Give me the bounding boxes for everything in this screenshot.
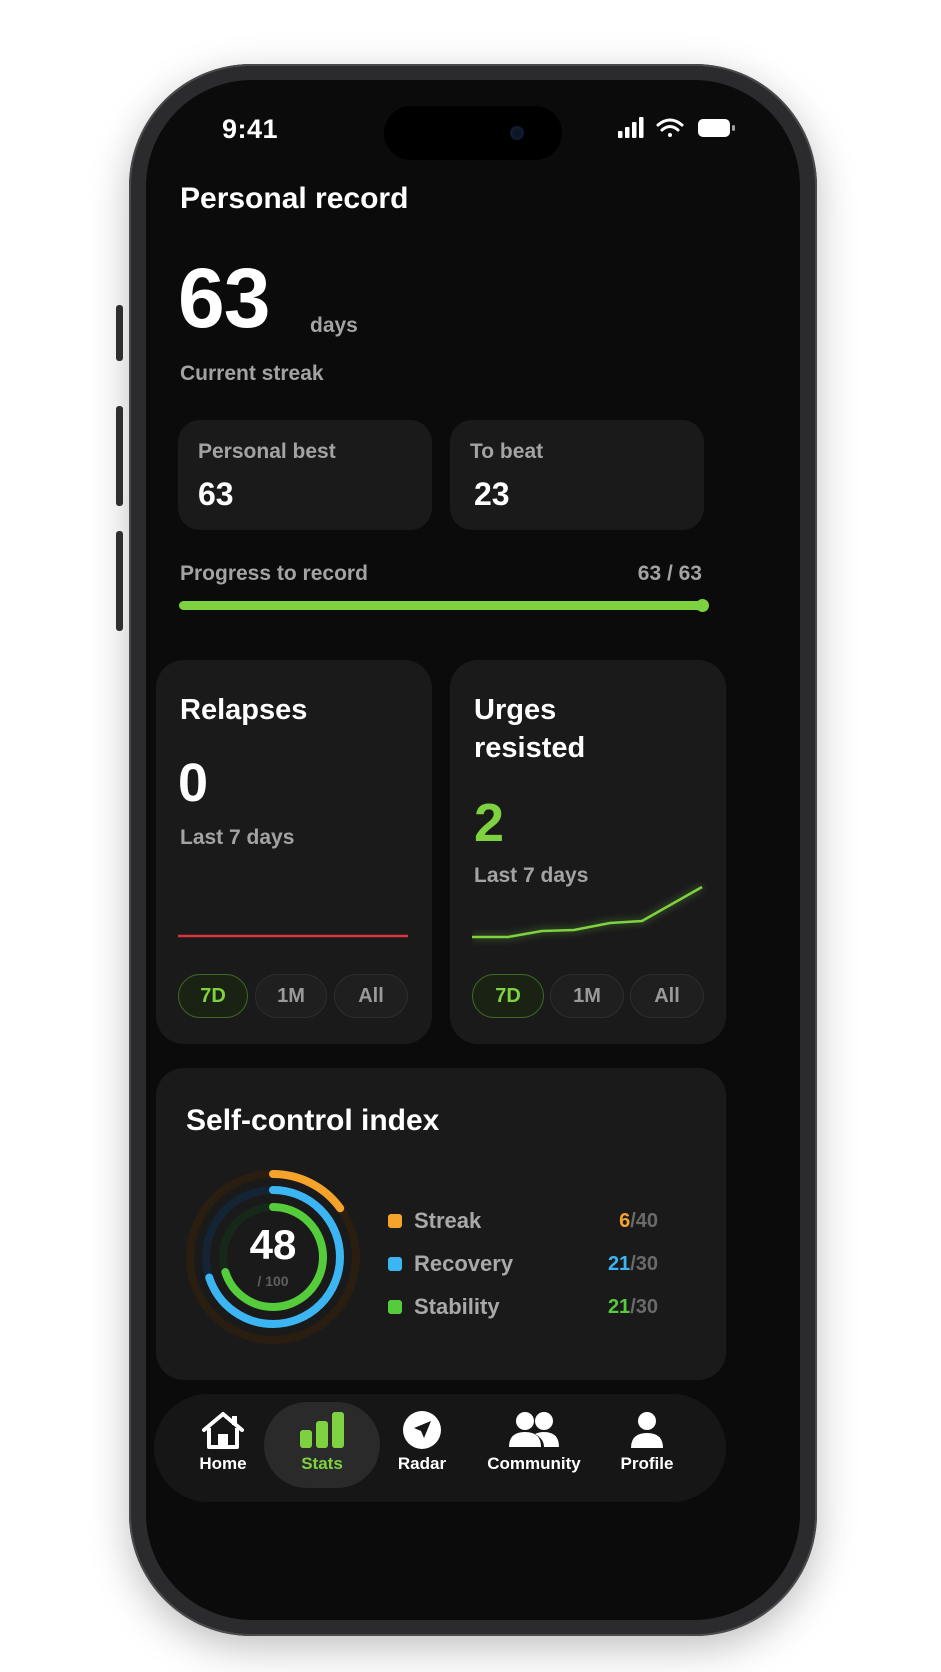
stability-legend-label: Stability xyxy=(414,1294,500,1319)
streak-score-max: /40 xyxy=(630,1210,658,1232)
personal-best-label: Personal best xyxy=(198,440,336,463)
relapses-value: 0 xyxy=(178,753,209,813)
progress-label: Progress to record xyxy=(180,562,368,585)
recovery-score-max: /30 xyxy=(630,1253,658,1275)
nav-home[interactable]: Home xyxy=(168,1410,278,1474)
action-button xyxy=(116,305,123,361)
streak-legend-dot xyxy=(388,1214,402,1228)
relapses-range-7d[interactable]: 7D xyxy=(178,974,248,1018)
streak-label: Current streak xyxy=(180,362,324,385)
progress-count: 63 / 63 xyxy=(637,562,702,585)
relapses-period: Last 7 days xyxy=(180,826,295,849)
streak-score: 6 xyxy=(619,1210,631,1232)
personal-best-value: 63 xyxy=(198,476,234,512)
relapses-card: Relapses 0 Last 7 days 7D 1M All xyxy=(156,660,432,1044)
home-icon xyxy=(202,1412,244,1449)
self-control-score: 48 xyxy=(249,1221,297,1268)
community-icon xyxy=(509,1412,559,1447)
volume-up-button xyxy=(116,406,123,506)
recovery-score: 21 xyxy=(607,1253,631,1275)
nav-community[interactable]: Community xyxy=(479,1410,589,1474)
front-camera xyxy=(510,126,524,140)
wifi-icon xyxy=(656,118,684,137)
urges-range-all[interactable]: All xyxy=(630,974,704,1018)
relapses-range-1m[interactable]: 1M xyxy=(255,974,327,1018)
nav-stats-label: Stats xyxy=(301,1454,343,1473)
stats-icon xyxy=(300,1412,344,1448)
relapses-title: Relapses xyxy=(180,694,308,726)
volume-down-button xyxy=(116,531,123,631)
profile-icon xyxy=(631,1412,663,1448)
nav-radar-label: Radar xyxy=(397,1454,447,1473)
urges-range-1m[interactable]: 1M xyxy=(550,974,624,1018)
personal-best-card: Personal best 63 xyxy=(178,420,432,530)
urges-title-line1: Urges xyxy=(474,694,557,726)
stability-legend-value: 21/30 xyxy=(578,1296,658,1319)
radar-icon xyxy=(403,1411,441,1449)
recovery-legend-dot xyxy=(388,1257,402,1271)
urges-title-line2: resisted xyxy=(474,732,586,764)
urges-trend-line xyxy=(472,885,703,939)
urges-value: 2 xyxy=(474,793,505,853)
recovery-legend-label: Recovery xyxy=(414,1251,514,1276)
streak-value: 63 xyxy=(178,251,270,345)
signal-icon xyxy=(618,117,644,138)
relapses-line-chart xyxy=(178,934,408,938)
status-icons xyxy=(618,117,735,138)
stability-score-max: /30 xyxy=(630,1296,658,1318)
nav-profile-label: Profile xyxy=(620,1454,674,1473)
relapses-range-all[interactable]: All xyxy=(334,974,408,1018)
streak-unit: days xyxy=(310,314,358,337)
streak-legend-label: Streak xyxy=(414,1208,482,1233)
nav-profile[interactable]: Profile xyxy=(592,1410,702,1474)
dynamic-island xyxy=(384,106,562,160)
progress-fill xyxy=(179,601,703,610)
self-control-title: Self-control index xyxy=(186,1104,440,1137)
nav-radar[interactable]: Radar xyxy=(367,1410,477,1474)
self-control-score-max: / 100 xyxy=(257,1273,289,1289)
record-title: Personal record xyxy=(180,182,409,215)
app-screen: 9:41 Personal record 63 days Current str… xyxy=(146,80,800,1620)
urges-line-chart xyxy=(472,885,703,939)
urges-card: Urges resisted 2 Last 7 days 7D 1M All xyxy=(450,660,726,1044)
urges-range-7d[interactable]: 7D xyxy=(472,974,544,1018)
self-control-card: Self-control index 48 / 100 Streak 6/40 … xyxy=(156,1068,726,1380)
progress-track xyxy=(179,599,709,612)
progress-knob xyxy=(696,599,709,612)
to-beat-card: To beat 23 xyxy=(450,420,704,530)
status-time: 9:41 xyxy=(222,114,279,144)
stability-legend-dot xyxy=(388,1300,402,1314)
nav-home-label: Home xyxy=(199,1454,247,1473)
nav-community-label: Community xyxy=(487,1454,581,1473)
streak-legend-value: 6/40 xyxy=(578,1210,658,1233)
battery-icon xyxy=(698,119,735,137)
stability-score: 21 xyxy=(607,1296,631,1318)
nav-stats[interactable]: Stats xyxy=(267,1410,377,1474)
recovery-legend-value: 21/30 xyxy=(578,1253,658,1276)
to-beat-label: To beat xyxy=(470,440,544,463)
to-beat-value: 23 xyxy=(474,476,510,512)
